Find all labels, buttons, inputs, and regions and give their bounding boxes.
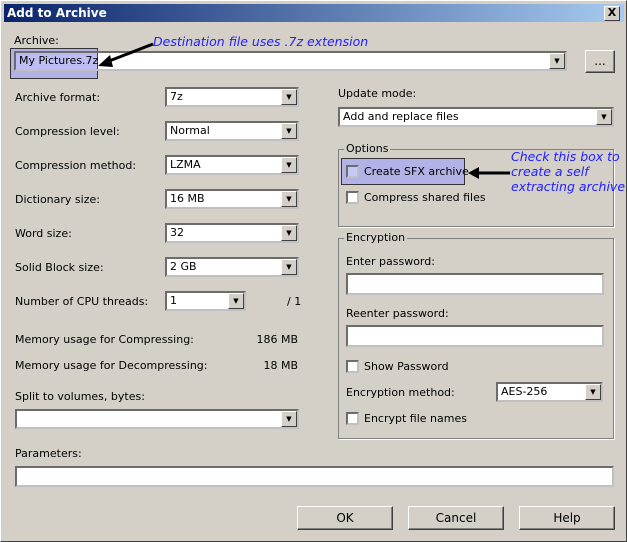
ok-button[interactable]: OK: [297, 506, 393, 530]
update-mode-value: Add and replace files: [343, 110, 459, 123]
encrypt-names-checkbox[interactable]: [346, 412, 359, 425]
encryption-method-value: AES-256: [501, 385, 548, 398]
annotation-sfx: Check this box to create a self extracti…: [511, 149, 626, 194]
archive-value: My Pictures.7z: [19, 54, 99, 67]
chevron-down-icon[interactable]: ▼: [281, 225, 297, 241]
option-label: Compression method:: [15, 159, 137, 172]
chevron-down-icon[interactable]: ▼: [281, 89, 297, 105]
chevron-down-icon[interactable]: ▼: [549, 53, 565, 69]
reenter-password-label: Reenter password:: [346, 307, 449, 320]
mem-compress-label: Memory usage for Compressing:: [15, 333, 194, 346]
option-combo[interactable]: 7z ▼: [165, 87, 299, 107]
cpu-threads-max: / 1: [287, 295, 302, 308]
chevron-down-icon[interactable]: ▼: [281, 411, 297, 427]
option-value: LZMA: [170, 158, 201, 171]
option-label: Compression level:: [15, 125, 120, 138]
chevron-down-icon[interactable]: ▼: [281, 259, 297, 275]
parameters-input[interactable]: [15, 466, 614, 487]
sfx-label: Create SFX archive: [364, 165, 469, 178]
cancel-button[interactable]: Cancel: [408, 506, 504, 530]
option-value: 32: [170, 226, 184, 239]
arrow-icon: [98, 42, 154, 67]
option-value: 2 GB: [170, 260, 197, 273]
encryption-method-label: Encryption method:: [346, 386, 455, 399]
option-value: 7z: [170, 90, 183, 103]
option-combo[interactable]: 32 ▼: [165, 223, 299, 243]
chevron-down-icon[interactable]: ▼: [281, 191, 297, 207]
chevron-down-icon[interactable]: ▼: [596, 109, 612, 125]
split-combo[interactable]: ▼: [15, 409, 299, 429]
help-button[interactable]: Help: [519, 506, 615, 530]
chevron-down-icon[interactable]: ▼: [585, 384, 601, 400]
update-mode-combo[interactable]: Add and replace files ▼: [338, 107, 614, 127]
cpu-threads-value: 1: [170, 294, 177, 307]
browse-button[interactable]: ...: [585, 50, 615, 73]
option-label: Archive format:: [15, 91, 101, 104]
encryption-title: Encryption: [344, 231, 408, 244]
chevron-down-icon[interactable]: ▼: [281, 157, 297, 173]
chevron-down-icon[interactable]: ▼: [228, 293, 244, 309]
encrypt-names-label: Encrypt file names: [364, 412, 467, 425]
mem-compress-value: 186 MB: [256, 333, 298, 346]
title-bar: Add to Archive X: [4, 4, 624, 22]
compress-shared-checkbox[interactable]: [346, 191, 359, 204]
chevron-down-icon[interactable]: ▼: [281, 123, 297, 139]
archive-label: Archive:: [14, 34, 59, 47]
mem-decompress-label: Memory usage for Decompressing:: [15, 359, 208, 372]
encryption-method-combo[interactable]: AES-256 ▼: [496, 382, 603, 402]
sfx-checkbox[interactable]: [346, 165, 359, 178]
mem-decompress-value: 18 MB: [263, 359, 298, 372]
option-combo[interactable]: LZMA ▼: [165, 155, 299, 175]
cpu-threads-label: Number of CPU threads:: [15, 295, 149, 308]
option-combo[interactable]: Normal ▼: [165, 121, 299, 141]
option-label: Solid Block size:: [15, 261, 104, 274]
show-password-checkbox[interactable]: [346, 360, 359, 373]
option-value: 16 MB: [170, 192, 205, 205]
option-combo[interactable]: 16 MB ▼: [165, 189, 299, 209]
compress-shared-label: Compress shared files: [364, 191, 486, 204]
window-title: Add to Archive: [7, 6, 107, 20]
annotation-destination: Destination file uses .7z extension: [153, 34, 369, 49]
update-mode-label: Update mode:: [338, 87, 417, 100]
close-button[interactable]: X: [604, 6, 620, 21]
parameters-label: Parameters:: [15, 447, 82, 460]
add-to-archive-dialog: Add to Archive X Archive: My Pictures.7z…: [0, 0, 627, 542]
option-label: Word size:: [15, 227, 72, 240]
cpu-threads-combo[interactable]: 1 ▼: [165, 291, 246, 311]
option-label: Dictionary size:: [15, 193, 100, 206]
option-value: Normal: [170, 124, 210, 137]
options-title: Options: [344, 142, 391, 155]
show-password-label: Show Password: [364, 360, 449, 373]
password-input[interactable]: [346, 273, 604, 295]
option-combo[interactable]: 2 GB ▼: [165, 257, 299, 277]
split-label: Split to volumes, bytes:: [15, 390, 145, 403]
arrow-icon: [468, 167, 510, 179]
enter-password-label: Enter password:: [346, 255, 435, 268]
reenter-password-input[interactable]: [346, 325, 604, 347]
